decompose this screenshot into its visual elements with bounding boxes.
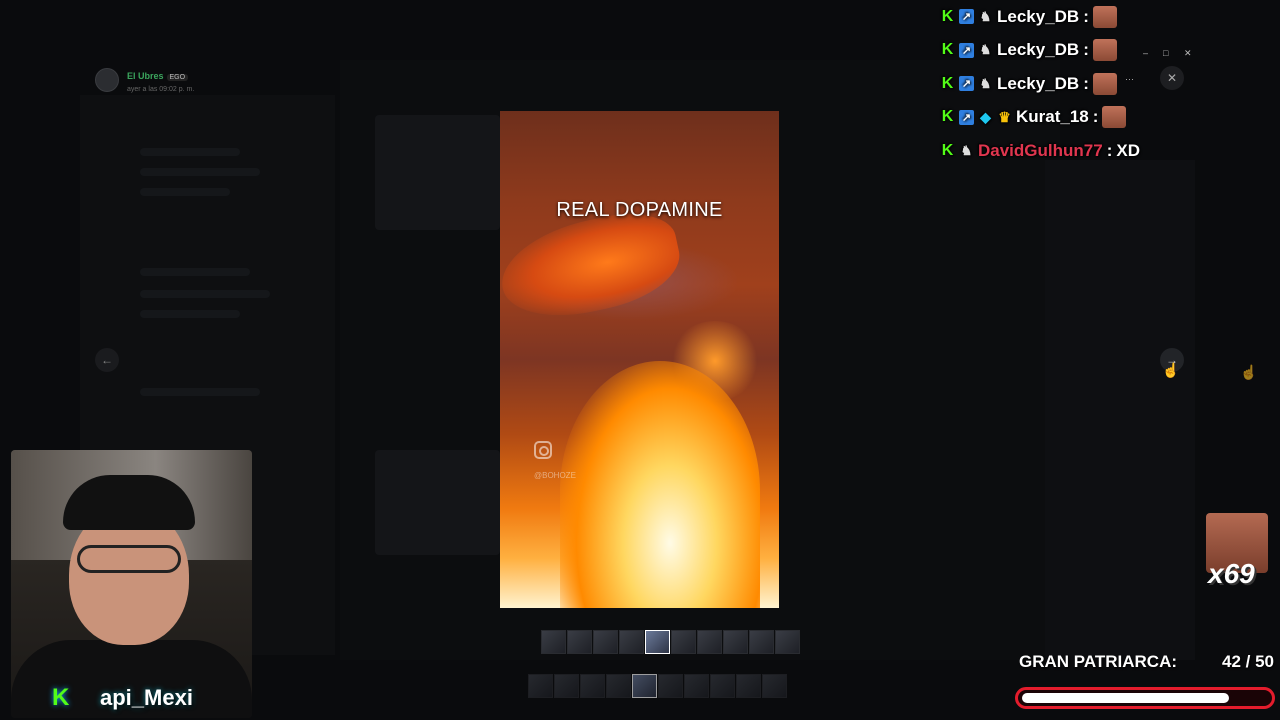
background-channel-row	[140, 188, 230, 196]
background-channel-row	[140, 388, 260, 396]
chat-username[interactable]: Lecky_DB	[997, 40, 1079, 60]
goal-progress-fill	[1022, 693, 1229, 703]
background-image	[375, 450, 500, 555]
webcam-cap	[63, 475, 195, 530]
chat-message: K ♞ DavidGulhun77 : XD	[940, 134, 1240, 168]
chat-emote-image	[1092, 5, 1117, 28]
k-icon: K	[941, 41, 954, 59]
blue-badge-icon: ↗	[959, 109, 974, 125]
crown-icon: ♛	[998, 108, 1011, 125]
mouse-icon: ♞	[979, 8, 992, 24]
media-thumbnail	[710, 674, 735, 698]
author-badge: EGO	[166, 74, 189, 81]
media-thumbnail[interactable]	[593, 630, 618, 654]
flame-shape	[560, 361, 760, 608]
chat-username[interactable]: DavidGulhun77	[978, 141, 1103, 161]
previous-media-button[interactable]: ←	[95, 348, 119, 372]
chat-separator: :	[1106, 140, 1113, 160]
thumbnail-strip-reflection	[528, 674, 787, 698]
background-channel-row	[140, 290, 270, 298]
media-thumbnail	[632, 674, 657, 698]
chat-separator: :	[1083, 6, 1089, 26]
media-thumbnail[interactable]	[775, 630, 800, 654]
arrow-left-icon: ←	[101, 353, 113, 367]
chat-message: K ↗ ◆ ♛ Kurat_18 :	[940, 101, 1240, 135]
author-timestamp: ayer a las 09:02 p. m.	[127, 86, 195, 93]
mouse-icon: ♞	[960, 142, 973, 158]
video-caption: REAL DOPAMINE	[556, 199, 723, 221]
background-image	[375, 115, 500, 230]
chat-text: XD	[1116, 140, 1140, 160]
emote-combo-count: x69	[1208, 558, 1255, 589]
media-thumbnail	[658, 674, 683, 698]
chat-separator: :	[1083, 73, 1089, 93]
media-thumbnail[interactable]	[697, 630, 722, 654]
stream-chat: K ↗ ♞ Lecky_DB : K ↗ ♞ Lecky_DB : K ↗ ♞ Lecky_DB :K…	[940, 0, 1240, 168]
author-name[interactable]: El Ubres	[127, 71, 164, 81]
chat-message: K ↗ ♞ Lecky_DB :	[940, 0, 1240, 34]
media-thumbnail[interactable]	[645, 630, 670, 654]
media-thumbnail[interactable]	[567, 630, 592, 654]
background-channel-row	[140, 310, 240, 318]
chat-emote-image	[1092, 39, 1117, 62]
background-channel-row	[140, 148, 240, 156]
thumbnail-strip	[541, 630, 800, 654]
chat-message: K ↗ ♞ Lecky_DB :	[940, 34, 1240, 68]
background-member-list	[1045, 160, 1195, 660]
chat-emote-image	[1102, 106, 1127, 129]
mouse-icon: ♞	[979, 42, 992, 58]
media-thumbnail	[528, 674, 553, 698]
goal-label: GRAN PATRIARCA:	[1019, 652, 1178, 671]
k-icon: K	[941, 141, 954, 159]
media-thumbnail	[554, 674, 579, 698]
media-thumbnail	[580, 674, 605, 698]
chat-separator: :	[1092, 107, 1099, 127]
video-handle: @BOHOZE	[534, 471, 576, 480]
goal-progress-bar	[1015, 687, 1275, 709]
instagram-icon	[534, 441, 552, 459]
avatar[interactable]	[95, 67, 119, 92]
pointer-cursor-icon: ☝	[1240, 364, 1258, 380]
webcam-feed	[11, 450, 252, 718]
blue-badge-icon: ↗	[959, 76, 974, 92]
background-channel-row	[140, 268, 250, 276]
media-thumbnail	[762, 674, 787, 698]
blue-badge-icon: ↗	[959, 9, 974, 25]
background-channel-row	[140, 168, 260, 176]
media-thumbnail	[606, 674, 631, 698]
chat-message: K ↗ ♞ Lecky_DB :	[940, 67, 1240, 101]
media-thumbnail[interactable]	[723, 630, 748, 654]
media-thumbnail	[684, 674, 709, 698]
mouse-icon: ♞	[979, 75, 992, 91]
chat-username[interactable]: Kurat_18	[1016, 107, 1089, 127]
streamer-name: api_Mexi	[100, 685, 193, 710]
media-thumbnail[interactable]	[541, 630, 566, 654]
chat-emote-image	[1092, 72, 1117, 95]
webcam-glasses	[77, 545, 181, 573]
chat-username[interactable]: Lecky_DB	[997, 74, 1079, 94]
media-video[interactable]: REAL DOPAMINE @BOHOZE	[500, 111, 779, 608]
blue-badge-icon: ↗	[959, 42, 974, 58]
chat-separator: :	[1083, 40, 1089, 60]
media-thumbnail[interactable]	[671, 630, 696, 654]
media-author: El Ubres EGO ayer a las 09:02 p. m.	[95, 66, 194, 93]
cube-icon: ◆	[980, 108, 991, 125]
kick-logo-icon: K	[52, 684, 70, 711]
chat-username[interactable]: Lecky_DB	[997, 7, 1079, 27]
media-thumbnail[interactable]	[749, 630, 774, 654]
media-thumbnail[interactable]	[619, 630, 644, 654]
pointer-cursor-icon: ☝	[1162, 362, 1180, 378]
k-icon: K	[941, 7, 954, 25]
goal-count: 42 / 50	[1222, 652, 1274, 671]
media-thumbnail	[736, 674, 761, 698]
k-icon: K	[941, 74, 954, 92]
k-icon: K	[941, 108, 954, 126]
